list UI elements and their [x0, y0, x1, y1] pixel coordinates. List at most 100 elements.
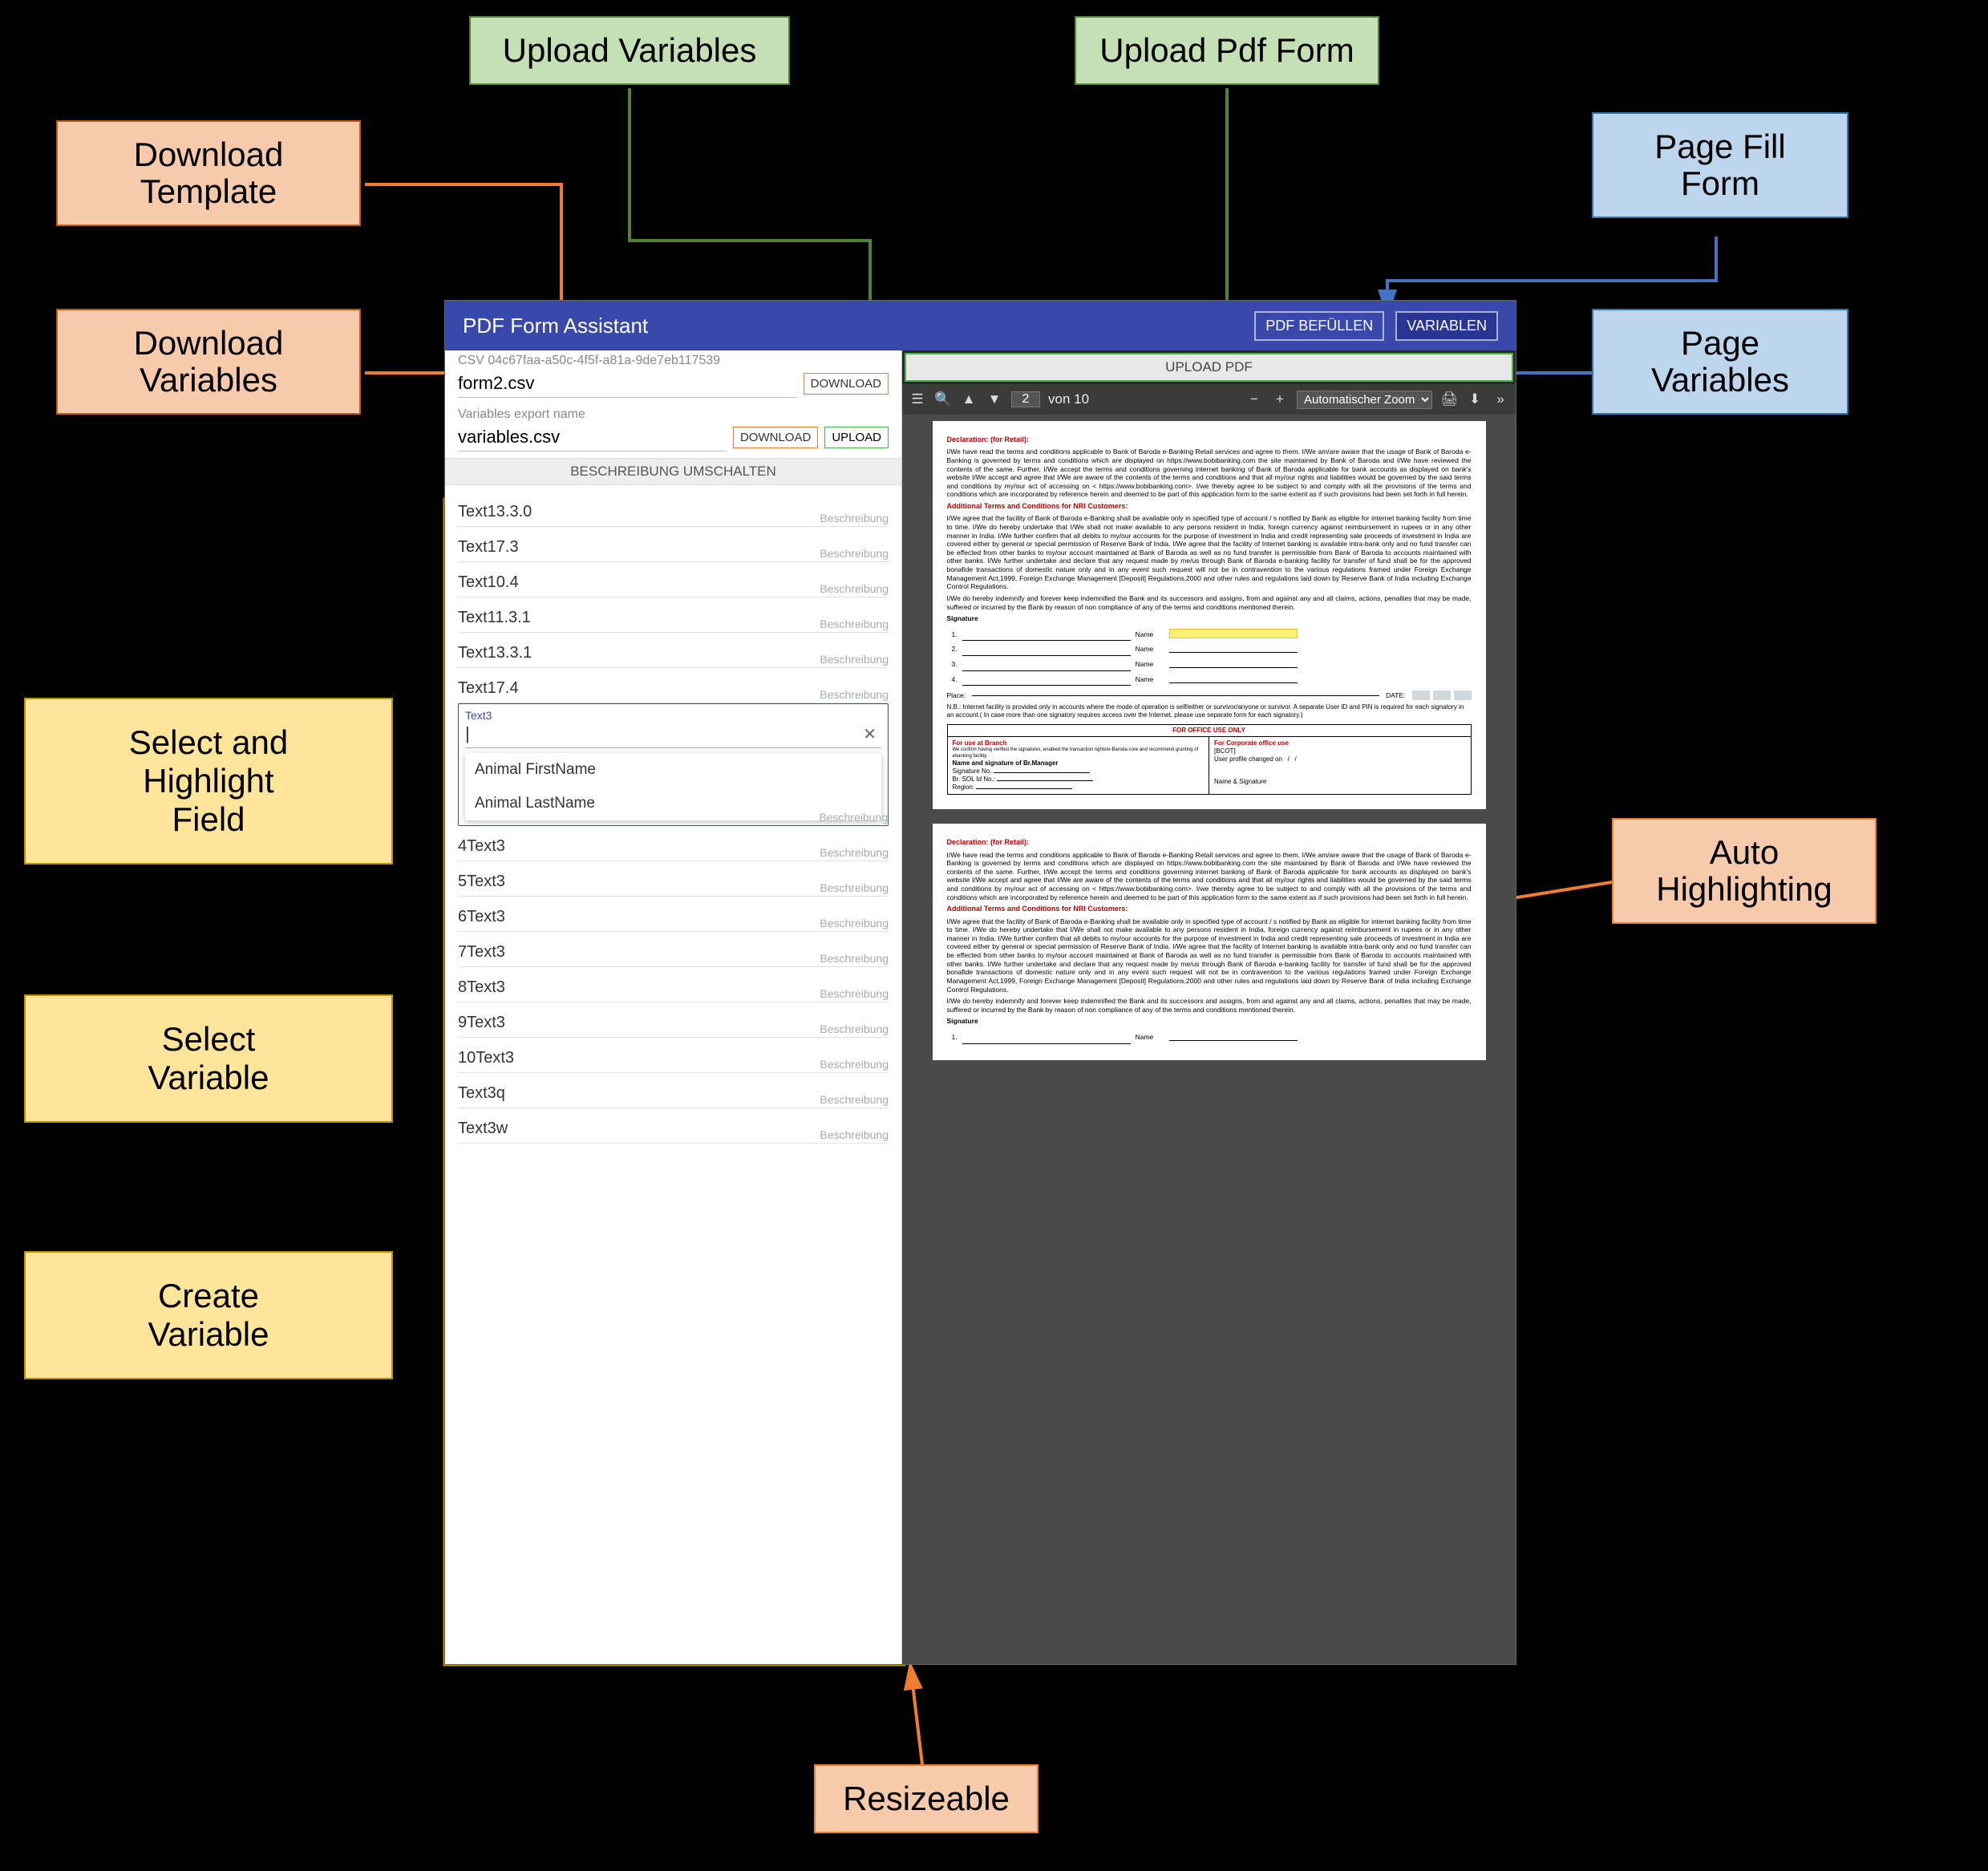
field-item[interactable]: 5Text3Beschreibung: [458, 861, 889, 897]
name-label: Name: [1132, 673, 1164, 686]
variables-download-button[interactable]: DOWNLOAD: [733, 427, 818, 448]
nav-variables-button[interactable]: VARIABLEN: [1395, 311, 1498, 341]
field-desc-label: Beschreibung: [820, 512, 889, 524]
page-number-input[interactable]: [1011, 391, 1040, 407]
office-use-box: FOR OFFICE USE ONLY For use at Branch We…: [947, 724, 1472, 795]
form-file-input[interactable]: [458, 370, 797, 398]
callout-create-variable: Create Variable: [24, 1251, 393, 1379]
office-brsol-label: Br. SOL Id No.:: [953, 776, 996, 783]
office-bcot-label: [BCOT]: [1214, 747, 1466, 755]
pdf-toolbar: ☰ 🔍 ▲ ▼ von 10 − + Automatischer Zoom 🖨 …: [902, 384, 1516, 415]
callout-download-variables: Download Variables: [56, 309, 361, 415]
field-item[interactable]: Text17.4 Beschreibung: [458, 668, 889, 703]
pdf-decl-body: I/We have read the terms and conditions …: [947, 851, 1472, 902]
upload-pdf-button[interactable]: UPLOAD PDF: [905, 353, 1513, 382]
field-name-label: 10Text3: [458, 1049, 514, 1067]
dropdown-option[interactable]: Animal FirstName: [465, 753, 881, 787]
office-signo-label: Signature No.: [953, 767, 992, 775]
variables-file-row: DOWNLOAD UPLOAD: [445, 422, 901, 458]
field-item[interactable]: Text3w Beschreibung: [458, 1108, 889, 1144]
toggle-description-button[interactable]: BESCHREIBUNG UMSCHALTEN: [445, 458, 901, 485]
zoom-in-icon[interactable]: +: [1271, 391, 1289, 408]
field-item[interactable]: Text13.3.1 Beschreibung: [458, 633, 889, 668]
print-icon[interactable]: 🖨: [1440, 391, 1458, 408]
app-title: PDF Form Assistant: [463, 314, 648, 338]
name-label: Name: [1132, 658, 1164, 671]
field-name-label: Text3w: [458, 1120, 508, 1137]
callout-page-variables: Page Variables: [1592, 309, 1848, 415]
signature-label: Signature: [947, 1017, 1472, 1026]
zoom-out-icon[interactable]: −: [1245, 391, 1263, 408]
pdf-addl-heading: Additional Terms and Conditions for NRI …: [947, 905, 1472, 913]
open-field-name: Text3: [465, 709, 881, 722]
office-branch-header: For use at Branch: [953, 739, 1205, 747]
field-name-label: Text13.3.1: [458, 644, 532, 662]
field-item[interactable]: 4Text3 Beschreibung: [458, 826, 889, 861]
sidebar-toggle-icon[interactable]: ☰: [909, 391, 926, 408]
highlighted-name-field[interactable]: [1169, 629, 1298, 638]
field-item[interactable]: 7Text3 Beschreibung: [458, 932, 889, 967]
form-download-button[interactable]: DOWNLOAD: [804, 373, 889, 395]
variables-file-input[interactable]: [458, 423, 727, 452]
pdf-addl-body: I/We agree that the facility of Bank of …: [947, 917, 1472, 994]
page-down-icon[interactable]: ▼: [986, 391, 1003, 408]
callout-upload-variables: Upload Variables: [469, 16, 790, 85]
pdf-addl-body: I/We agree that the facility of Bank of …: [947, 514, 1472, 591]
field-desc-label: Beschreibung: [820, 547, 889, 560]
field-item[interactable]: 9Text3Beschreibung: [458, 1002, 889, 1038]
field-item-open[interactable]: Text3 | ✕ Animal FirstName Animal LastNa…: [458, 703, 889, 826]
fields-list[interactable]: Text13.3.0 Beschreibung Text17.3 Beschre…: [445, 485, 901, 1664]
signature-label: Signature: [947, 614, 1472, 623]
field-desc-label: Beschreibung: [820, 1058, 889, 1071]
office-header: FOR OFFICE USE ONLY: [948, 725, 1471, 737]
field-desc-label: Beschreibung: [820, 846, 889, 859]
field-desc-label: Beschreibung: [820, 1128, 889, 1141]
titlebar: PDF Form Assistant PDF BEFÜLLEN VARIABLE…: [445, 301, 1516, 350]
app-window: PDF Form Assistant PDF BEFÜLLEN VARIABLE…: [445, 301, 1516, 1664]
tools-icon[interactable]: »: [1492, 391, 1509, 408]
nav-fill-pdf-button[interactable]: PDF BEFÜLLEN: [1254, 311, 1384, 341]
search-icon[interactable]: 🔍: [934, 391, 952, 408]
field-name-label: 4Text3: [458, 837, 505, 855]
zoom-select[interactable]: Automatischer Zoom: [1297, 391, 1432, 409]
left-pane: CSV 04c67faa-a50c-4f5f-a81a-9de7eb117539…: [445, 350, 902, 1664]
field-item[interactable]: Text17.3 Beschreibung: [458, 527, 889, 562]
page-up-icon[interactable]: ▲: [960, 391, 978, 408]
field-name-label: Text17.4: [458, 679, 519, 697]
download-icon[interactable]: ⬇: [1466, 391, 1484, 408]
signature-table: 1.Name 2.Name 3.Name 4.Name: [947, 626, 1472, 688]
field-name-label: 9Text3: [458, 1014, 505, 1031]
pdf-page: Declaration: (for Retail): I/We have rea…: [933, 824, 1486, 1059]
field-item[interactable]: 8Text3Beschreibung: [458, 967, 889, 1002]
right-pane: UPLOAD PDF ☰ 🔍 ▲ ▼ von 10 − + Automatisc…: [902, 350, 1516, 1664]
open-field-input[interactable]: |: [465, 723, 858, 744]
callout-select-highlight-field: Select and Highlight Field: [24, 698, 393, 865]
field-desc-label: Beschreibung: [820, 618, 889, 630]
office-corp-header: For Corporate office use: [1214, 739, 1466, 747]
field-item[interactable]: 6Text3Beschreibung: [458, 897, 889, 932]
clear-icon[interactable]: ✕: [858, 724, 881, 744]
office-mgr-label: Name and signature of Br.Manager: [953, 759, 1059, 767]
field-name-label: 7Text3: [458, 943, 505, 961]
form-file-row: DOWNLOAD: [445, 368, 901, 404]
place-label: Place:: [947, 691, 966, 700]
office-region-label: Region:: [953, 784, 975, 791]
pdf-scroll-area[interactable]: Declaration: (for Retail): I/We have rea…: [902, 415, 1516, 1664]
field-item[interactable]: 10Text3 Beschreibung: [458, 1038, 889, 1073]
field-item[interactable]: Text13.3.0 Beschreibung: [458, 492, 889, 527]
callout-auto-highlighting: Auto Highlighting: [1612, 818, 1877, 924]
field-item[interactable]: Text10.4 Beschreibung: [458, 562, 889, 597]
field-desc-label: Beschreibung: [820, 917, 889, 929]
callout-download-template: Download Template: [56, 120, 361, 226]
field-item[interactable]: Text11.3.1 Beschreibung: [458, 597, 889, 633]
name-label: Name: [1132, 1031, 1164, 1044]
office-profile-label: User profile changed on: [1214, 755, 1282, 763]
field-item[interactable]: Text3qBeschreibung: [458, 1073, 889, 1108]
app-body: CSV 04c67faa-a50c-4f5f-a81a-9de7eb117539…: [445, 350, 1516, 1664]
name-label: Name: [1132, 642, 1164, 656]
place-date-row: Place: DATE:: [947, 690, 1472, 700]
variables-upload-button[interactable]: UPLOAD: [824, 427, 889, 448]
field-desc-label: Beschreibung: [820, 952, 889, 965]
pdf-addl-heading: Additional Terms and Conditions for NRI …: [947, 502, 1472, 511]
pdf-indemnify: I/We do hereby indemnify and forever kee…: [947, 594, 1472, 611]
